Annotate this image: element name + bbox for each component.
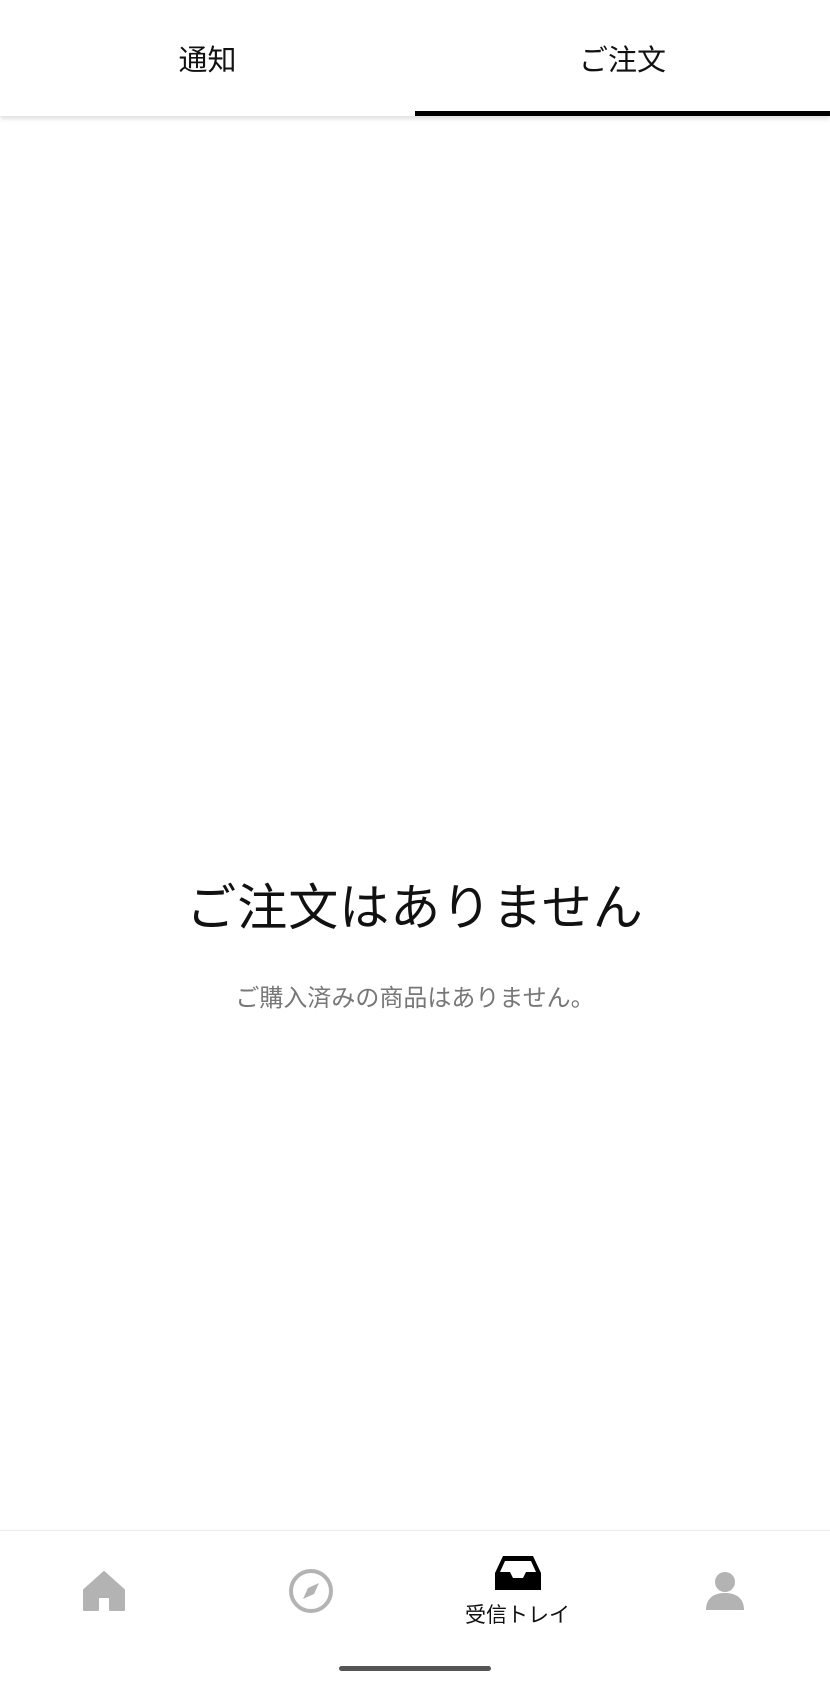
nav-profile-button[interactable] bbox=[621, 1531, 828, 1651]
nav-inbox-label: 受信トレイ bbox=[465, 1603, 570, 1627]
nav-home-button[interactable] bbox=[0, 1531, 207, 1651]
nav-discover-button[interactable] bbox=[207, 1531, 414, 1651]
nav-inbox-button[interactable]: 受信トレイ bbox=[414, 1531, 621, 1651]
inbox-icon bbox=[494, 1556, 541, 1590]
empty-state-subtitle: ご購入済みの商品はありません。 bbox=[235, 984, 595, 1012]
tab-orders[interactable]: ご注文 bbox=[415, 0, 830, 116]
home-icon bbox=[82, 1571, 125, 1611]
tab-orders-label: ご注文 bbox=[578, 43, 666, 77]
compass-icon bbox=[288, 1569, 333, 1613]
top-tab-bar: 通知 ご注文 bbox=[0, 0, 830, 116]
tab-notifications-label: 通知 bbox=[178, 43, 237, 77]
bottom-navigation: 受信トレイ bbox=[0, 1530, 830, 1685]
tab-notifications[interactable]: 通知 bbox=[0, 0, 415, 116]
profile-icon bbox=[705, 1572, 744, 1610]
empty-state-title: ご注文はありません bbox=[186, 879, 644, 937]
home-indicator[interactable] bbox=[339, 1666, 491, 1671]
empty-state: ご注文はありません ご購入済みの商品はありません。 bbox=[0, 868, 830, 1013]
